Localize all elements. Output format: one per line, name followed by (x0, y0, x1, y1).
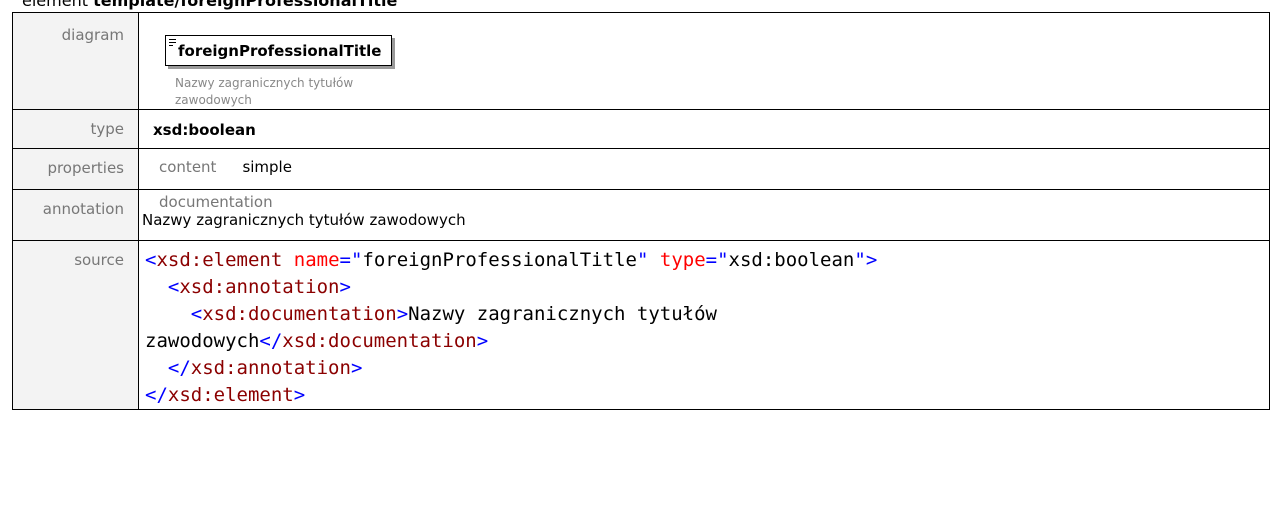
diagram-label: diagram (12, 12, 139, 110)
annotation-key: documentation (159, 193, 273, 211)
diagram-element-name: foreignProfessionalTitle (178, 42, 382, 60)
diagram-element-box[interactable]: foreignProfessionalTitle (165, 35, 393, 66)
annotation-label: annotation (12, 189, 139, 241)
diagram-row: diagram foreignProfessionalTitle Nazwy z… (12, 12, 1270, 110)
element-heading: element template/foreignProfessionalTitl… (22, 0, 397, 10)
element-lines-icon (169, 39, 176, 48)
type-value: xsd:boolean (153, 121, 256, 139)
diagram-documentation: Nazwy zagranicznych tytułów zawodowych (175, 76, 354, 107)
diagram-cell: foreignProfessionalTitle Nazwy zagranicz… (138, 12, 1270, 110)
element-doc-table: diagram foreignProfessionalTitle Nazwy z… (12, 12, 1270, 410)
property-value: simple (242, 158, 292, 176)
heading-name: template/foreignProfessionalTitle (93, 0, 398, 10)
property-key: content (159, 158, 217, 176)
annotation-value: Nazwy zagranicznych tytułów zawodowych (142, 211, 466, 229)
properties-table: content simple (153, 149, 1269, 176)
annotation-row: annotation documentation Nazwy zagranicz… (12, 189, 1270, 241)
source-row: source <xsd:element name="foreignProfess… (12, 240, 1270, 410)
type-label: type (12, 109, 139, 149)
heading-kind: element (22, 0, 88, 10)
source-code: <xsd:element name="foreignProfessionalTi… (145, 249, 878, 406)
properties-label: properties (12, 148, 139, 190)
type-row: type xsd:boolean (12, 109, 1270, 149)
properties-row: properties content simple (12, 148, 1270, 190)
source-label: source (12, 240, 139, 410)
